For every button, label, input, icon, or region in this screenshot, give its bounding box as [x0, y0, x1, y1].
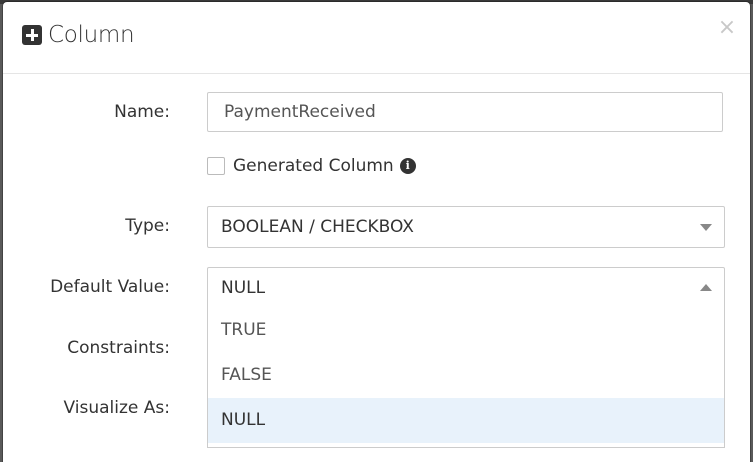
modal-header: Column ×	[3, 2, 750, 74]
name-input-value: PaymentReceived	[224, 102, 376, 122]
type-label: Type:	[125, 216, 170, 236]
default-value-select-value: NULL	[221, 278, 266, 298]
default-value-label: Default Value:	[50, 277, 170, 297]
chevron-down-icon	[700, 224, 712, 231]
default-value-dropdown: TRUE FALSE NULL	[207, 308, 725, 448]
modal-title-text: Column	[48, 22, 135, 48]
name-label: Name:	[114, 102, 170, 122]
dropdown-option-true[interactable]: TRUE	[208, 308, 724, 353]
dropdown-option-false[interactable]: FALSE	[208, 353, 724, 398]
type-select-value: BOOLEAN / CHECKBOX	[221, 217, 414, 237]
generated-column-checkbox[interactable]	[207, 157, 225, 175]
name-input[interactable]: PaymentReceived	[207, 92, 723, 132]
close-button[interactable]: ×	[717, 16, 737, 40]
generated-column-row: Generated Column i	[207, 156, 416, 176]
visualize-as-label: Visualize As:	[63, 398, 170, 418]
info-icon[interactable]: i	[399, 158, 416, 174]
dropdown-option-null[interactable]: NULL	[208, 398, 724, 443]
generated-column-label[interactable]: Generated Column	[233, 156, 394, 176]
default-value-select[interactable]: NULL	[207, 267, 725, 309]
type-select[interactable]: BOOLEAN / CHECKBOX	[207, 206, 725, 248]
chevron-up-icon	[700, 284, 712, 291]
modal-title: Column	[22, 22, 135, 48]
plus-square-icon	[22, 25, 42, 45]
column-modal: Column × Name: PaymentReceived Generated…	[3, 2, 750, 462]
constraints-label: Constraints:	[67, 338, 170, 358]
